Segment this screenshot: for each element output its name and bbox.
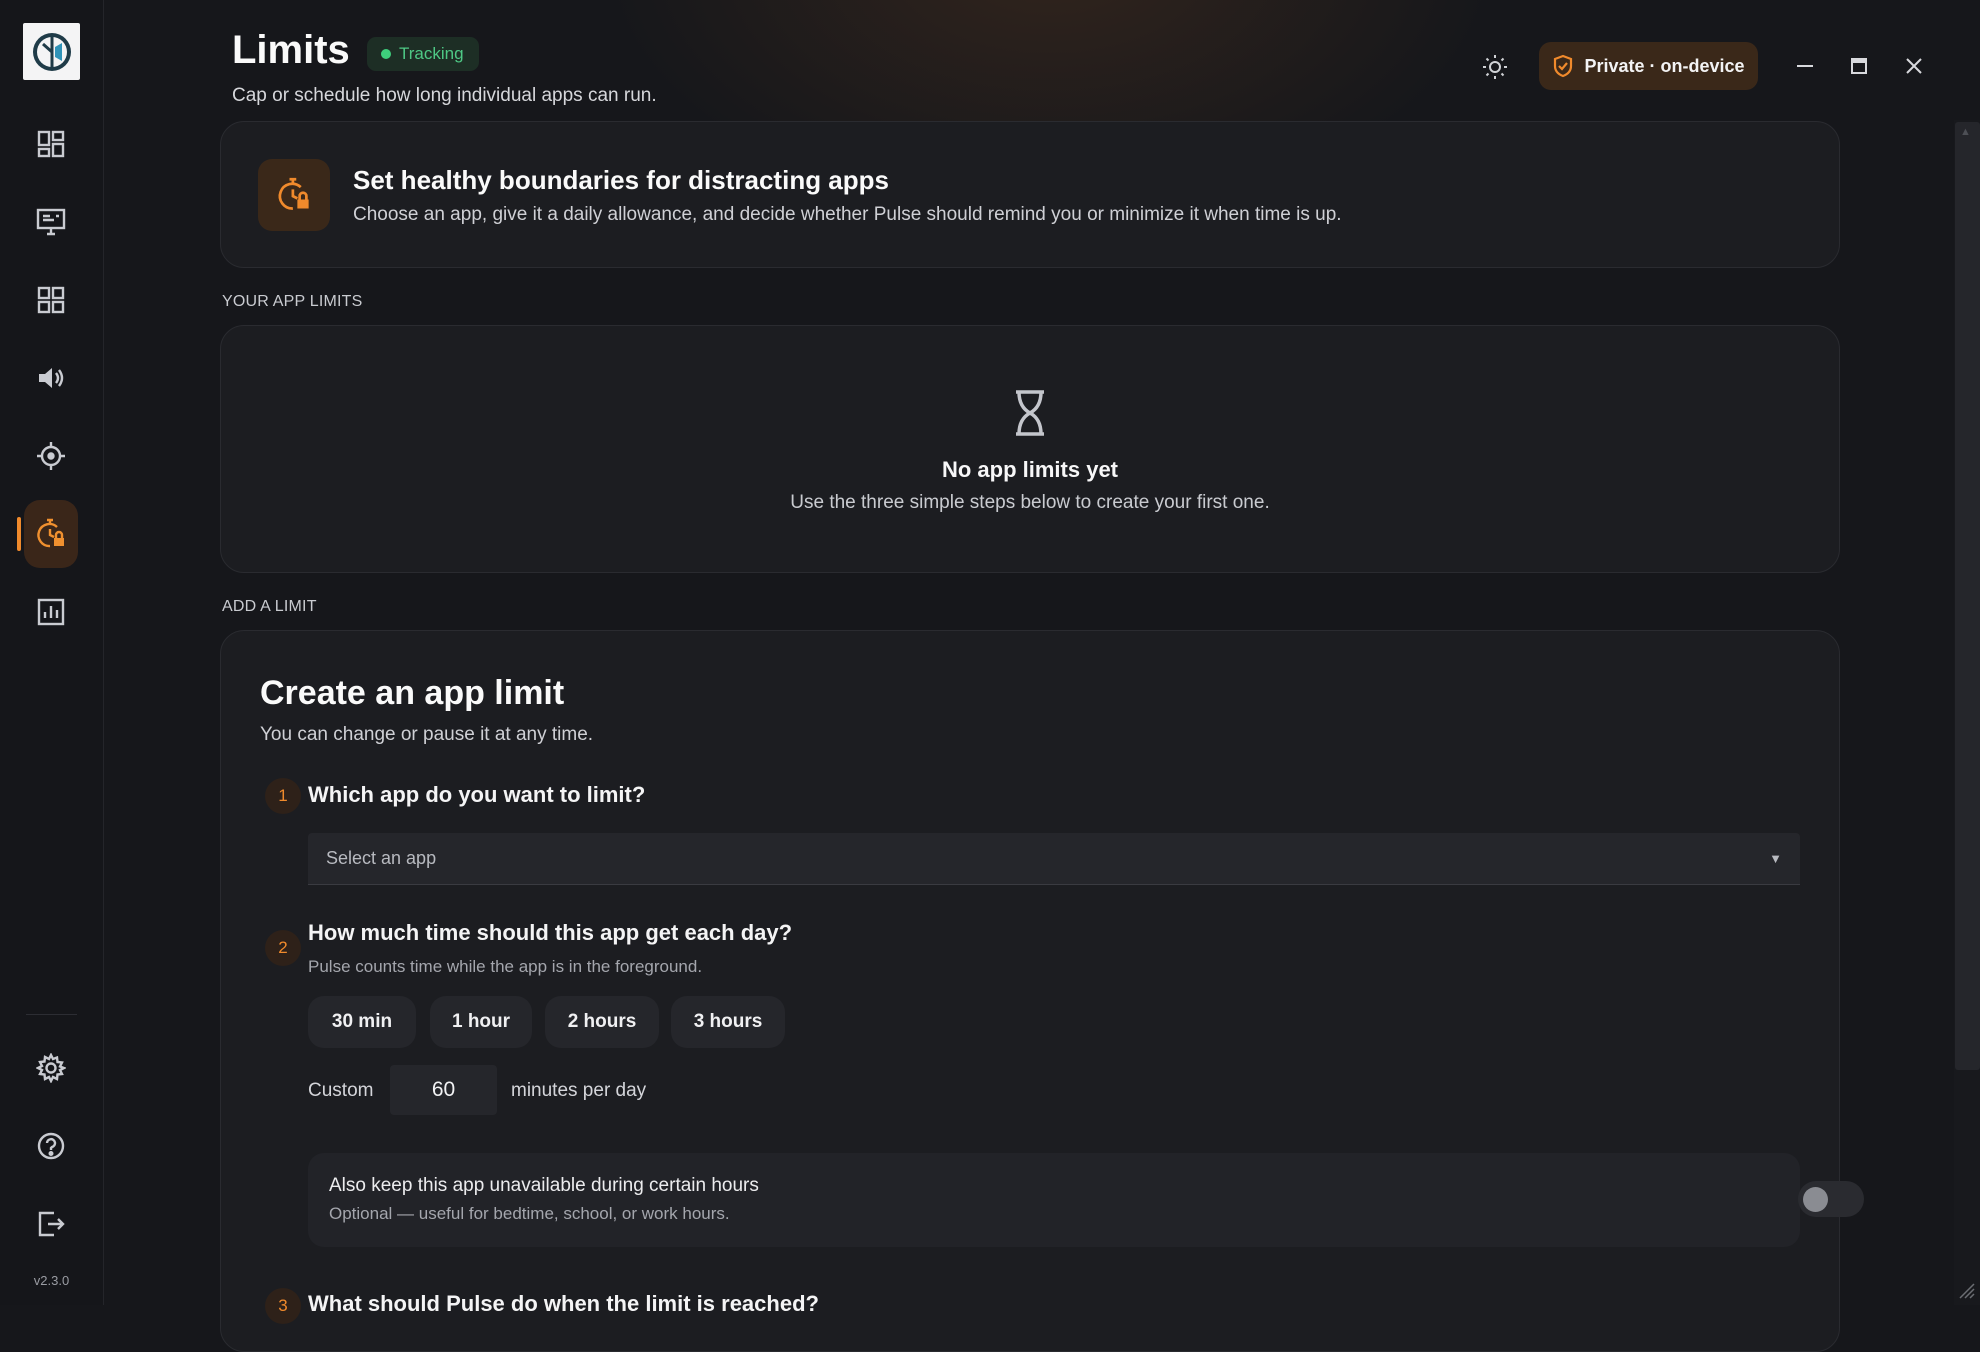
sidebar-item-screen[interactable] [24, 188, 78, 256]
scrollbar-thumb[interactable] [1955, 122, 1980, 1070]
schedule-toggle[interactable] [1798, 1181, 1864, 1217]
sidebar-item-dashboard[interactable] [24, 110, 78, 178]
sidebar-item-sound[interactable] [24, 344, 78, 412]
minimize-button[interactable] [1787, 48, 1823, 84]
privacy-indicator[interactable]: Private · on-device [1539, 42, 1758, 90]
theme-toggle-button[interactable] [1478, 50, 1512, 84]
bar-chart-icon [37, 598, 65, 626]
step-number-1: 1 [265, 778, 301, 814]
empty-state-title: No app limits yet [941, 457, 1119, 482]
sidebar-item-reports[interactable] [24, 578, 78, 646]
status-badge-label: Tracking [399, 44, 464, 63]
step-2-question: How much time should this app get each d… [308, 920, 793, 945]
close-icon [1906, 58, 1922, 74]
speaker-icon [39, 368, 64, 388]
custom-minutes-input[interactable]: 60 [390, 1065, 497, 1115]
preset-2-hours-button[interactable]: 2 hours [545, 996, 659, 1048]
hourglass-icon [1007, 386, 1053, 440]
close-button[interactable] [1896, 48, 1932, 84]
active-indicator [17, 517, 21, 551]
create-limit-form: Create an app limit You can change or pa… [220, 630, 1864, 1352]
scroll-up-arrow-icon[interactable]: ▲ [1960, 126, 1971, 138]
section-label-your-limits: YOUR APP LIMITS [222, 293, 363, 310]
sidebar-item-focus[interactable] [24, 422, 78, 490]
schedule-option-title: Also keep this app unavailable during ce… [329, 1175, 759, 1196]
gear-icon [36, 1053, 66, 1083]
crosshair-icon [37, 442, 65, 470]
chevron-down-icon: ▼ [1769, 851, 1782, 866]
step-number-2: 2 [265, 930, 301, 966]
step-number-3: 3 [265, 1288, 301, 1324]
app-logo[interactable] [23, 23, 80, 80]
preset-1-hour-button[interactable]: 1 hour [430, 996, 532, 1048]
sidebar-item-apps[interactable] [24, 266, 78, 334]
create-form-title: Create an app limit [260, 674, 565, 712]
resize-grip-icon[interactable] [1956, 1280, 1976, 1300]
sun-icon [1483, 55, 1507, 79]
minimize-icon [1797, 65, 1813, 67]
app-select-placeholder: Select an app [326, 848, 437, 868]
sidebar-divider [26, 1014, 77, 1015]
sidebar-item-limits[interactable] [24, 500, 78, 568]
page-subtitle: Cap or schedule how long individual apps… [232, 85, 657, 106]
intro-title: Set healthy boundaries for distracting a… [353, 165, 889, 195]
help-icon [37, 1132, 65, 1160]
status-badge: Tracking [367, 37, 479, 71]
empty-state-description: Use the three simple steps below to crea… [790, 492, 1270, 513]
sidebar-item-exit[interactable] [24, 1190, 78, 1258]
section-label-add-limit: ADD A LIMIT [222, 598, 317, 615]
monitor-icon [36, 208, 66, 236]
custom-label: Custom [308, 1080, 374, 1101]
dashboard-icon [37, 130, 65, 158]
intro-card: Set healthy boundaries for distracting a… [220, 121, 1840, 268]
sidebar-item-help[interactable] [24, 1112, 78, 1180]
status-dot [381, 49, 391, 59]
app-version: v2.3.0 [33, 1273, 70, 1288]
step-3-question: What should Pulse do when the limit is r… [308, 1291, 819, 1316]
apps-grid-icon [37, 286, 65, 314]
logout-icon [38, 1211, 65, 1237]
toggle-knob [1803, 1187, 1828, 1212]
create-form-subtitle: You can change or pause it at any time. [260, 724, 594, 745]
maximize-icon [1851, 58, 1867, 74]
timer-lock-icon [258, 159, 330, 231]
sidebar: v2.3.0 [0, 0, 104, 1305]
step-1-question: Which app do you want to limit? [308, 782, 646, 807]
page-title: Limits [232, 28, 350, 72]
preset-3-hours-button[interactable]: 3 hours [671, 996, 785, 1048]
timer-lock-icon [37, 518, 64, 548]
privacy-label: Private · on-device [1584, 55, 1745, 76]
intro-description: Choose an app, give it a daily allowance… [353, 204, 1342, 225]
custom-unit-label: minutes per day [511, 1080, 647, 1101]
schedule-option-row: Also keep this app unavailable during ce… [308, 1153, 1864, 1247]
shield-check-icon [1554, 54, 1573, 78]
preset-30-min-button[interactable]: 30 min [308, 996, 416, 1048]
schedule-option-subtitle: Optional — useful for bedtime, school, o… [329, 1204, 730, 1223]
step-2-help: Pulse counts time while the app is in th… [308, 957, 703, 976]
maximize-button[interactable] [1841, 48, 1877, 84]
sidebar-item-settings[interactable] [24, 1034, 78, 1102]
app-select-dropdown[interactable]: Select an app ▼ [308, 833, 1800, 885]
app-limits-empty-state: No app limits yet Use the three simple s… [220, 325, 1840, 573]
